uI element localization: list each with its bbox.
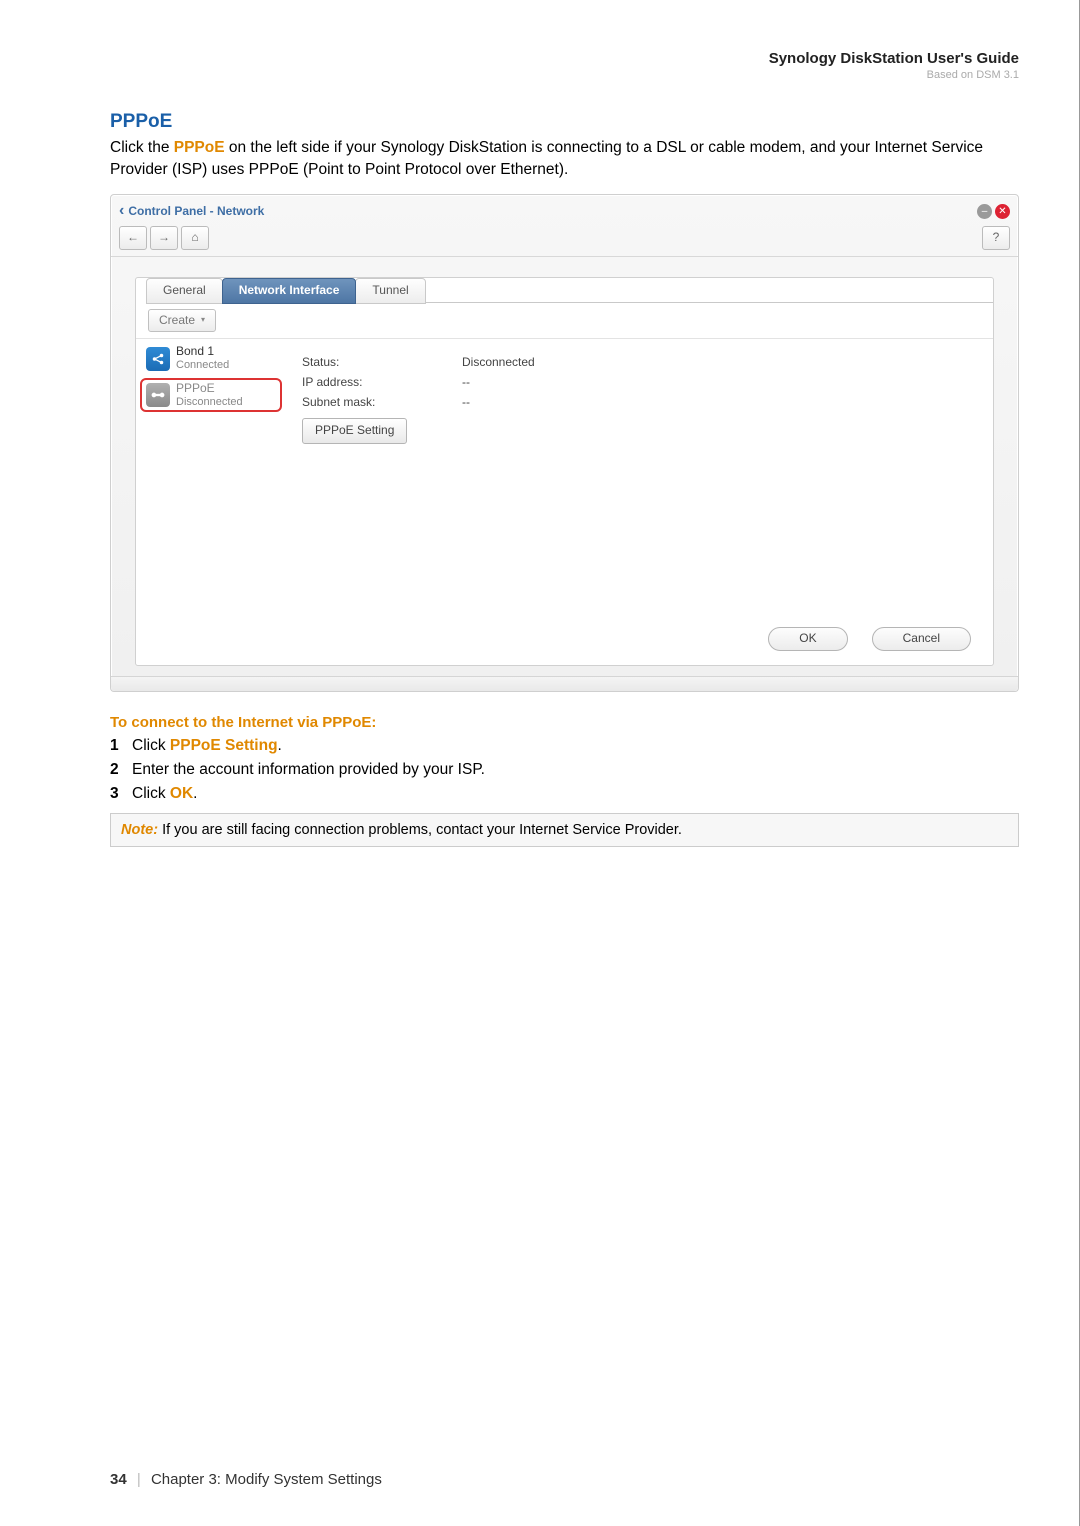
intro-link-pppoe: PPPoE (174, 139, 225, 156)
nav-forward-button[interactable]: → (150, 226, 178, 250)
step3-link: OK (170, 785, 193, 802)
window-navbar: ← → ⌂ ? (111, 222, 1018, 257)
pppoe-icon (146, 383, 170, 407)
nav-back-button[interactable]: ← (119, 226, 147, 250)
create-dropdown[interactable]: Create (148, 309, 216, 333)
minimize-icon[interactable]: – (977, 204, 992, 219)
window-statusbar (111, 676, 1018, 691)
tab-network-interface[interactable]: Network Interface (222, 278, 357, 304)
status-label: Status: (302, 355, 462, 371)
step-2: Enter the account information provided b… (110, 761, 1019, 779)
doc-subtitle: Based on DSM 3.1 (110, 69, 1019, 81)
ok-button[interactable]: OK (768, 627, 847, 651)
sidebar-item-bond1[interactable]: Bond 1 Connected (140, 341, 282, 375)
pppoe-name: PPPoE (176, 382, 243, 396)
step-1: Click PPPoE Setting. (110, 737, 1019, 755)
section-heading-pppoe: PPPoE (110, 111, 1019, 133)
page-footer: 34 | Chapter 3: Modify System Settings (110, 1471, 382, 1488)
intro-pre: Click the (110, 139, 174, 156)
bond-icon (146, 347, 170, 371)
cancel-button[interactable]: Cancel (872, 627, 971, 651)
howto-steps: Click PPPoE Setting. Enter the account i… (110, 737, 1019, 803)
footer-divider: | (137, 1471, 141, 1488)
ip-label: IP address: (302, 375, 462, 391)
chapter-label: Chapter 3: Modify System Settings (151, 1471, 382, 1488)
step1-pre: Click (132, 737, 170, 754)
intro-post: on the left side if your Synology DiskSt… (110, 139, 983, 178)
step1-post: . (278, 737, 282, 754)
inner-panel: General Network Interface Tunnel Create (135, 277, 994, 666)
step1-link: PPPoE Setting (170, 737, 278, 754)
close-icon[interactable]: ✕ (995, 204, 1010, 219)
control-panel-window: ‹ Control Panel - Network – ✕ ← → ⌂ ? Ge… (110, 194, 1019, 692)
window-title: ‹ Control Panel - Network (119, 201, 264, 222)
nav-home-button[interactable]: ⌂ (181, 226, 209, 250)
ip-value: -- (462, 375, 470, 391)
help-button[interactable]: ? (982, 226, 1010, 250)
note-box: Note: If you are still facing connection… (110, 813, 1019, 847)
pppoe-state: Disconnected (176, 396, 243, 409)
bond-state: Connected (176, 359, 229, 372)
tab-tunnel[interactable]: Tunnel (355, 278, 425, 304)
note-label: Note: (121, 822, 158, 838)
window-title-text: Control Panel - Network (128, 204, 264, 220)
tabs: General Network Interface Tunnel (136, 277, 993, 303)
subnet-label: Subnet mask: (302, 395, 462, 411)
pppoe-setting-button[interactable]: PPPoE Setting (302, 418, 407, 444)
doc-title: Synology DiskStation User's Guide (110, 50, 1019, 67)
page-number: 34 (110, 1471, 127, 1488)
interface-details: Status: Disconnected IP address: -- Subn… (286, 339, 993, 619)
tab-general[interactable]: General (146, 278, 223, 304)
note-text: If you are still facing connection probl… (158, 822, 682, 838)
status-value: Disconnected (462, 355, 535, 371)
subnet-value: -- (462, 395, 470, 411)
interface-sidebar: Bond 1 Connected PPPoE Disconnected (136, 339, 286, 619)
step3-pre: Click (132, 785, 170, 802)
step3-post: . (193, 785, 197, 802)
section-intro: Click the PPPoE on the left side if your… (110, 137, 1019, 180)
bond-name: Bond 1 (176, 345, 229, 359)
step-3: Click OK. (110, 785, 1019, 803)
sidebar-item-pppoe[interactable]: PPPoE Disconnected (140, 378, 282, 412)
howto-heading: To connect to the Internet via PPPoE: (110, 714, 1019, 731)
window-titlebar: ‹ Control Panel - Network – ✕ (111, 195, 1018, 222)
app-chevron-icon: ‹ (119, 201, 124, 222)
